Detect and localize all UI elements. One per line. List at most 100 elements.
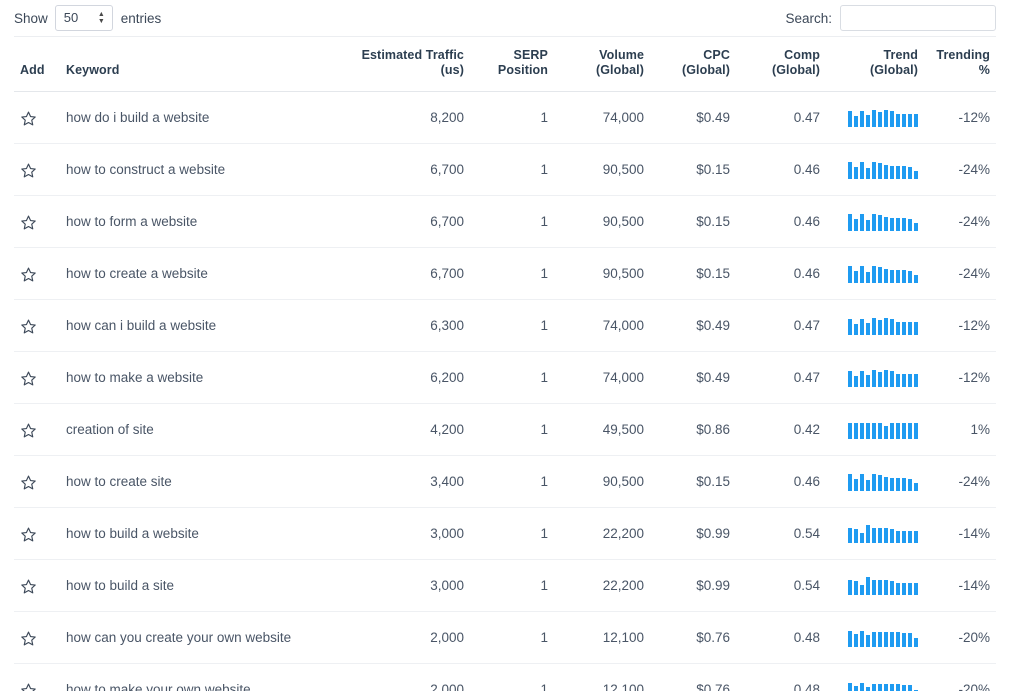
entries-select-wrapper[interactable]: 102550100 ▲▼ [54,5,113,31]
table-row[interactable]: how to make a website 6,200 1 74,000 $0.49 0.… [14,351,996,404]
spark-bar [914,583,918,595]
spark-bar [908,114,912,127]
header-label-serp-line1: SERP [513,48,548,62]
column-header-trend[interactable]: Trend (Global) [826,36,924,92]
spark-bar [914,223,918,231]
cell-add[interactable] [14,559,60,612]
table-row[interactable]: how to build a website 3,000 1 22,200 $0.99 0… [14,507,996,560]
cell-add[interactable] [14,403,60,456]
cell-keyword: how to form a website [60,195,336,248]
spark-bar [902,478,906,491]
cell-add[interactable] [14,455,60,508]
table-row[interactable]: how to create a website 6,700 1 90,500 $0.15… [14,247,996,300]
column-header-estimated-traffic[interactable]: Estimated Traffic (us) [336,36,470,92]
spark-bar [860,631,864,647]
spark-bar [848,631,852,647]
column-header-volume[interactable]: Volume (Global) [554,36,650,92]
cell-trending-percent: -14% [924,559,996,612]
column-header-comp[interactable]: Comp (Global) [736,36,826,92]
star-outline-icon[interactable] [20,526,37,543]
cell-add[interactable] [14,299,60,352]
column-header-keyword[interactable]: Keyword [60,36,336,92]
table-row[interactable]: how can you create your own website 2,000… [14,611,996,664]
star-outline-icon[interactable] [20,214,37,231]
cell-volume: 90,500 [554,195,650,248]
entries-select[interactable]: 102550100 [54,5,113,31]
table-row[interactable]: how to make your own website 2,000 1 12,100… [14,663,996,691]
cell-add[interactable] [14,507,60,560]
spark-bar [884,165,888,179]
spark-bar [902,322,906,335]
spark-bar [848,266,852,283]
cell-trend [826,663,924,691]
spark-bar [866,375,870,387]
cell-serp-position: 1 [470,351,554,404]
spark-bar [896,322,900,335]
column-header-trending-percent[interactable]: Trending % [924,36,996,92]
star-outline-icon[interactable] [20,474,37,491]
search-input[interactable] [840,5,996,31]
spark-bar [914,423,918,439]
cell-add[interactable] [14,91,60,144]
column-header-add[interactable]: Add [14,36,60,92]
cell-cpc: $0.86 [650,403,736,456]
column-header-serp-position[interactable]: SERP Position [470,36,554,92]
table-row[interactable]: how do i build a website 8,200 1 74,000 $0.4… [14,91,996,144]
spark-bar [872,162,876,179]
star-outline-icon[interactable] [20,682,37,691]
cell-volume: 22,200 [554,559,650,612]
cell-add[interactable] [14,143,60,196]
cell-estimated-traffic: 6,700 [336,143,470,196]
spark-bar [896,423,900,439]
cell-keyword: how can i build a website [60,299,336,352]
table-row[interactable]: creation of site 4,200 1 49,500 $0.86 0.42 1% [14,403,996,456]
header-label-trending-line1: Trending [936,48,990,62]
spark-bar [848,683,852,691]
cell-keyword: how to build a website [60,507,336,560]
star-outline-icon[interactable] [20,110,37,127]
cell-add[interactable] [14,351,60,404]
header-row: Add Keyword Estimated Traffic (us) SERP … [14,36,996,92]
table-row[interactable]: how can i build a website 6,300 1 74,000 $0.… [14,299,996,352]
cell-estimated-traffic: 3,400 [336,455,470,508]
table-row[interactable]: how to create site 3,400 1 90,500 $0.15 0.46 -… [14,455,996,508]
keyword-table-page: Show 102550100 ▲▼ entries Search: Add [0,0,1010,691]
star-outline-icon[interactable] [20,266,37,283]
spark-bar [860,266,864,283]
star-outline-icon[interactable] [20,370,37,387]
cell-add[interactable] [14,247,60,300]
cell-add[interactable] [14,611,60,664]
cell-comp: 0.46 [736,143,826,196]
table-row[interactable]: how to construct a website 6,700 1 90,500 $0… [14,143,996,196]
cell-keyword: how to make your own website [60,663,336,691]
cell-trending-percent: -24% [924,195,996,248]
spark-bar [866,480,870,491]
star-outline-icon[interactable] [20,578,37,595]
table-row[interactable]: how to form a website 6,700 1 90,500 $0.15 0.… [14,195,996,248]
star-outline-icon[interactable] [20,630,37,647]
star-outline-icon[interactable] [20,318,37,335]
cell-add[interactable] [14,195,60,248]
column-header-cpc[interactable]: CPC (Global) [650,36,736,92]
cell-estimated-traffic: 2,000 [336,663,470,691]
spark-bar [854,219,858,231]
spark-bar [878,580,882,595]
star-outline-icon[interactable] [20,162,37,179]
spark-bar [908,167,912,179]
star-outline-icon[interactable] [20,422,37,439]
trend-sparkline [848,155,918,179]
spark-bar [902,633,906,647]
spark-bar [908,685,912,691]
cell-add[interactable] [14,663,60,691]
cell-trending-percent: -24% [924,247,996,300]
spark-bar [872,214,876,231]
spark-bar [896,632,900,647]
table-row[interactable]: how to build a site 3,000 1 22,200 $0.99 0.54… [14,559,996,612]
spark-bar [884,217,888,231]
cell-cpc: $0.49 [650,351,736,404]
trend-sparkline [848,675,918,691]
trend-sparkline [848,415,918,439]
cell-estimated-traffic: 3,000 [336,507,470,560]
cell-volume: 12,100 [554,611,650,664]
spark-bar [854,167,858,179]
